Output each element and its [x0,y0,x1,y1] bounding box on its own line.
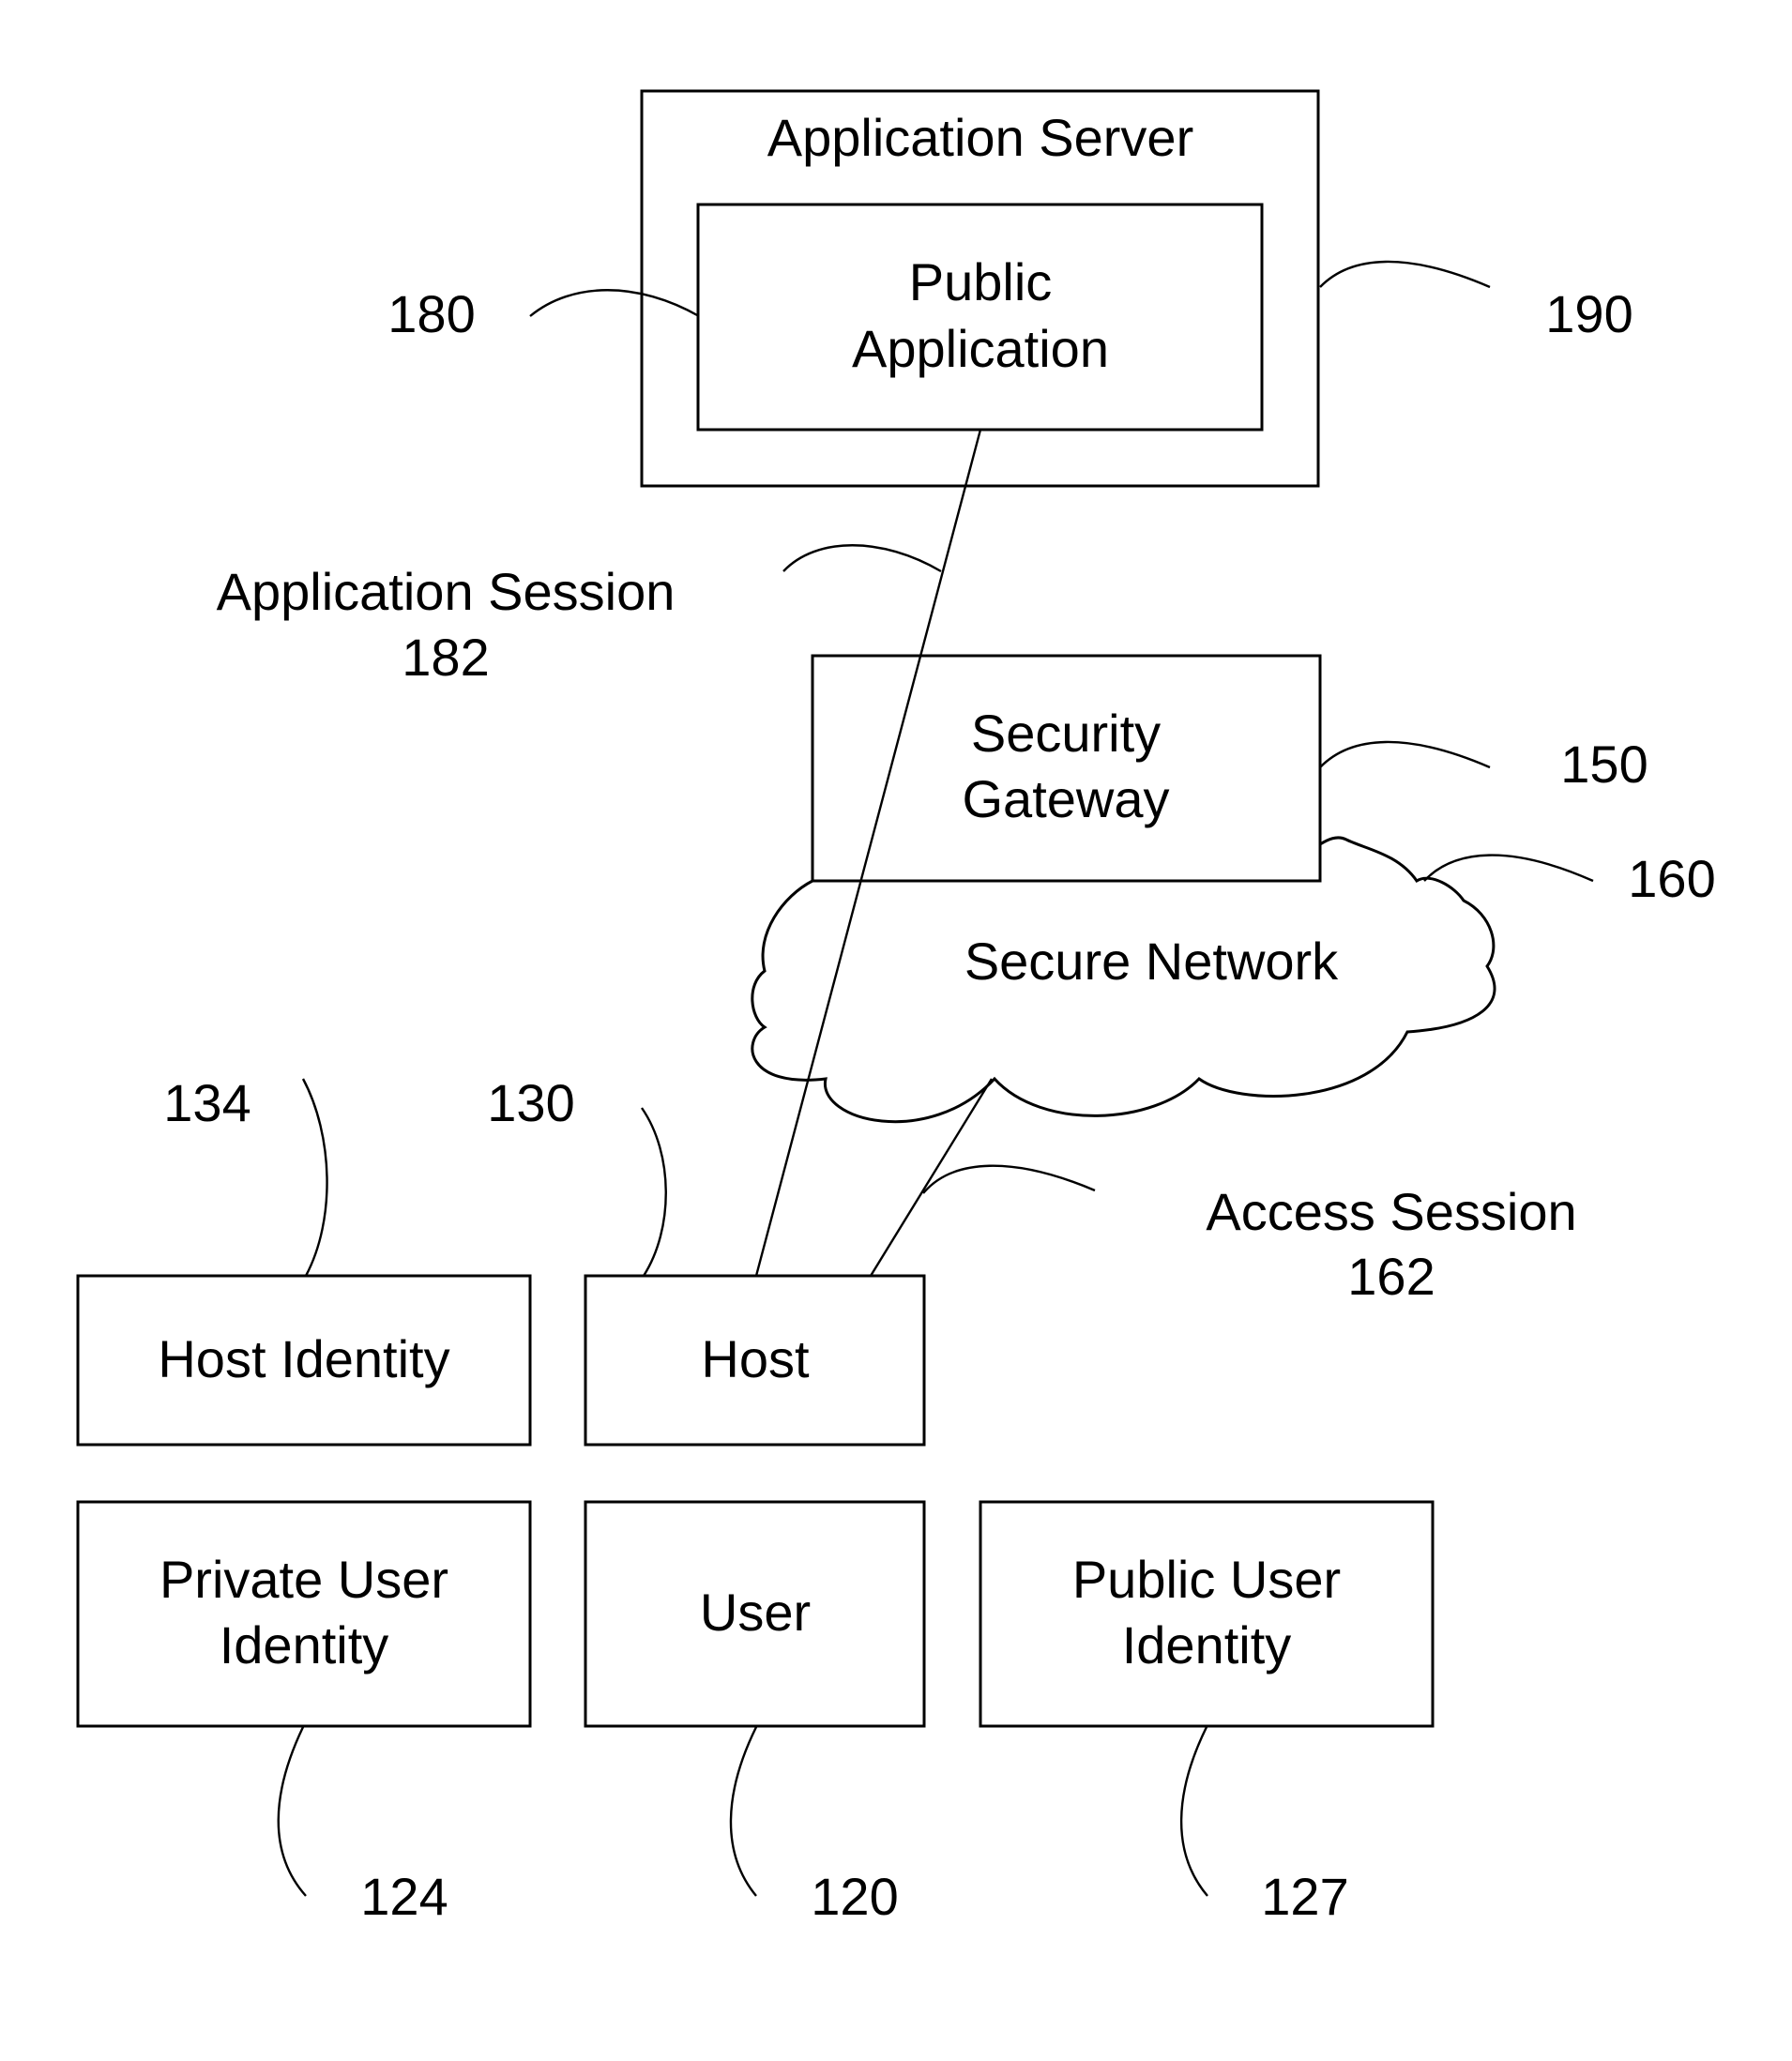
ref-190-leader [1319,260,1491,289]
ref-124-leader [277,1726,307,1897]
public-user-identity-label-line1: Public User [1072,1550,1341,1609]
secure-network-label: Secure Network [964,932,1339,991]
ref-134-label: 134 [163,1073,251,1132]
public-application-node: Public Application [696,203,1264,432]
public-application-box [696,203,1264,432]
security-gateway-label-line2: Gateway [963,769,1170,828]
public-user-identity-label-line2: Identity [1122,1615,1292,1675]
diagram-canvas: Application Server Public Application 18… [76,89,1716,1926]
security-gateway-box [811,654,1322,883]
access-session-label: Access Session [1206,1182,1576,1241]
public-application-label-line2: Application [852,319,1109,378]
ref-127-leader [1179,1726,1208,1897]
application-session-ref: 182 [402,628,489,687]
public-user-identity-box [979,1500,1435,1728]
host-identity-label: Host Identity [158,1329,449,1388]
private-user-identity-box [76,1500,532,1728]
application-server-label: Application Server [767,108,1193,167]
access-session-ref: 162 [1347,1247,1435,1306]
private-user-identity-node: Private User Identity [76,1500,532,1728]
host-node: Host [584,1274,926,1447]
host-label: Host [701,1329,810,1388]
private-user-identity-label-line1: Private User [159,1550,448,1609]
ref-134-leader [301,1078,328,1277]
application-session-leader [782,544,942,573]
ref-150-leader [1319,740,1491,769]
public-application-label-line1: Public [909,252,1053,311]
ref-190-label: 190 [1545,284,1633,343]
ref-160-leader [1423,854,1594,883]
ref-180-label: 180 [387,284,475,343]
ref-130-leader [641,1107,667,1277]
ref-130-label: 130 [487,1073,574,1132]
ref-120-leader [729,1726,758,1897]
application-session-label: Application Session [217,562,676,621]
ref-120-label: 120 [811,1867,898,1926]
private-user-identity-label-line2: Identity [220,1615,389,1675]
user-label: User [700,1583,811,1642]
ref-124-label: 124 [360,1867,448,1926]
ref-150-label: 150 [1560,735,1648,794]
user-node: User [584,1500,926,1728]
ref-160-label: 160 [1628,849,1715,908]
public-user-identity-node: Public User Identity [979,1500,1435,1728]
access-session-leader [922,1164,1096,1194]
ref-127-label: 127 [1261,1867,1348,1926]
security-gateway-node: Security Gateway [811,654,1322,883]
host-identity-node: Host Identity [76,1274,532,1447]
security-gateway-label-line1: Security [971,704,1161,763]
